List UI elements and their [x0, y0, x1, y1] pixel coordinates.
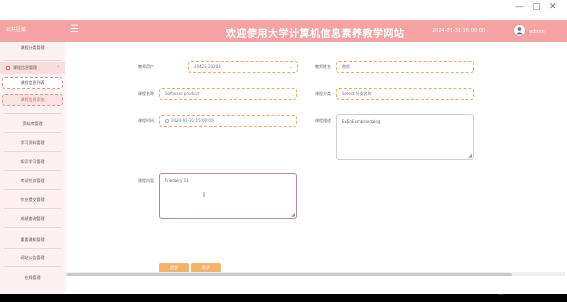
browser-window: — ▢ ✕ 公共区域 ☰ 欢迎使用大学计算机信息素养教学网站 2024-01-3…	[0, 0, 567, 294]
sidebar-divider	[4, 189, 61, 190]
teacher-account-value: 20423 20203	[194, 64, 221, 69]
clock-icon	[165, 119, 169, 123]
sidebar-item-library[interactable]: 资料库管理	[0, 118, 65, 130]
sidebar-group-course-info[interactable]: 课程信息管理 ^	[0, 62, 65, 74]
sidebar-divider	[4, 170, 61, 171]
sidebar-divider	[4, 113, 61, 114]
sidebar-item-knowledge[interactable]: 知识学习管理	[0, 156, 65, 168]
teacher-name-input[interactable]: 教师	[336, 61, 474, 73]
teacher-name-value: 教师	[342, 64, 350, 69]
course-time-label: 课程时间	[138, 118, 154, 123]
sidebar-divider	[4, 60, 61, 61]
sidebar-item-grades[interactable]: 成绩查询管理	[0, 213, 65, 225]
sidebar-divider	[4, 151, 61, 152]
course-category-select[interactable]: Select 分类名称 ⌄	[336, 88, 474, 100]
teacher-name-label: 教师姓名	[315, 64, 331, 69]
course-time-picker[interactable]: 2024-01-31 15:00:00	[159, 115, 297, 127]
teacher-account-label: 教师用户	[138, 64, 154, 69]
sidebar-item-study-material[interactable]: 学习资料管理	[0, 137, 65, 149]
teacher-account-select[interactable]: 20423 20203 ⌄	[188, 61, 298, 73]
watermark: CSDN @vx_CXKF10088	[445, 284, 562, 295]
sidebar-item-exam[interactable]: 考试任务管理	[0, 175, 65, 187]
course-content-value: Friedalry 13	[165, 178, 189, 183]
sidebar-item-notice[interactable]: 重要通知管理	[0, 234, 65, 246]
course-name-input[interactable]: Software product	[159, 88, 297, 100]
sidebar-divider	[4, 132, 61, 133]
sidebar-item-homework[interactable]: 作业提交管理	[0, 194, 65, 206]
main-content: 教师用户 20423 20203 ⌄ 教师姓名 教师 课程名称 Software…	[65, 42, 567, 294]
sidebar-item-course-add[interactable]: 课程信息添加	[2, 94, 63, 106]
sidebar-divider	[4, 227, 61, 228]
sidebar-group-label: 课程信息管理	[13, 65, 37, 70]
course-name-label: 课程名称	[138, 91, 154, 96]
course-category-value: Select 分类名称	[342, 91, 372, 96]
horizontal-scrollbar[interactable]	[65, 272, 565, 276]
chevron-down-icon: ⌄	[288, 64, 293, 70]
course-content-textarea[interactable]: Friedalry 13 ◢	[159, 173, 297, 219]
resize-handle-icon[interactable]: ◢	[468, 154, 472, 159]
sidebar-divider	[4, 266, 61, 267]
course-category-label: 课程分类	[315, 91, 331, 96]
text-cursor-icon: I	[203, 191, 206, 199]
header-datetime: 2024-01-31 16:00:00	[432, 28, 486, 34]
brand-label: 公共区域	[6, 27, 27, 33]
window-titlebar: — ▢ ✕	[0, 0, 567, 20]
sidebar-item-course-category[interactable]: 课程分类管理	[0, 42, 65, 54]
sidebar-divider	[4, 248, 61, 249]
resize-handle-icon[interactable]: ◢	[291, 213, 295, 218]
folder-icon	[6, 66, 10, 70]
hamburger-icon[interactable]: ☰	[70, 25, 79, 35]
sidebar-item-course-list[interactable]: 课程信息列表	[2, 77, 63, 89]
course-desc-textarea[interactable]: ExEnExmbeledalog ◢	[336, 114, 474, 160]
minimize-icon[interactable]: —	[515, 2, 524, 12]
chevron-down-icon: ⌄	[464, 91, 469, 97]
site-title: 欢迎使用大学计算机信息素养教学网站	[226, 29, 405, 40]
course-content-label: 课程内容	[138, 178, 154, 183]
course-desc-label: 课程描述	[315, 118, 331, 123]
app-root: — ▢ ✕ 公共区域 ☰ 欢迎使用大学计算机信息素养教学网站 2024-01-3…	[0, 0, 567, 302]
course-desc-value: ExEnExmbeledalog	[342, 119, 381, 124]
site-header: 公共区域 ☰ 欢迎使用大学计算机信息素养教学网站 2024-01-31 16:0…	[0, 20, 567, 42]
sidebar-divider	[4, 208, 61, 209]
sidebar-item-online[interactable]: 在线管理	[0, 272, 65, 284]
maximize-icon[interactable]: ▢	[532, 2, 541, 12]
course-name-value: Software product	[165, 91, 200, 96]
course-time-value: 2024-01-31 15:00:00	[171, 118, 214, 123]
sidebar: 课程分类管理 课程信息管理 ^ 课程信息列表 课程信息添加 资料库管理 学习资料…	[0, 42, 65, 294]
user-avatar[interactable]	[513, 24, 526, 37]
close-icon[interactable]: ✕	[549, 2, 557, 12]
user-name[interactable]: admin	[529, 29, 545, 35]
avatar-icon	[516, 27, 523, 35]
chevron-up-icon: ^	[56, 65, 60, 70]
sidebar-item-announcement[interactable]: 网站公告管理	[0, 252, 65, 264]
scrollbar-thumb[interactable]	[67, 272, 512, 276]
